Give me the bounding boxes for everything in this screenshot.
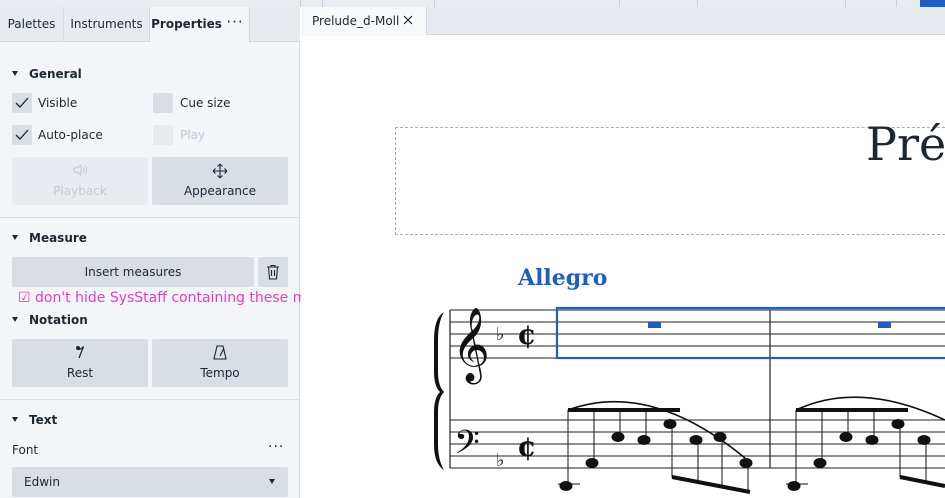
whole-rest[interactable]: [648, 322, 661, 328]
flat-key-signature: ♭: [496, 450, 505, 471]
cut-time-signature: ¢: [517, 430, 536, 463]
whole-rest[interactable]: [878, 322, 891, 328]
note-group[interactable]: [558, 400, 753, 494]
measure-selection[interactable]: [555, 306, 945, 360]
cut-time-signature: ¢: [517, 318, 536, 351]
score-staves[interactable]: 𝄞 𝄢 ♭ ♭ ¢ ¢: [0, 0, 945, 498]
treble-clef: 𝄞: [452, 308, 490, 385]
bass-clef: 𝄢: [454, 424, 480, 470]
app-window: Palettes Instruments Properties ··· Gene…: [0, 0, 945, 498]
flat-key-signature: ♭: [496, 324, 505, 345]
brace: [434, 312, 444, 470]
